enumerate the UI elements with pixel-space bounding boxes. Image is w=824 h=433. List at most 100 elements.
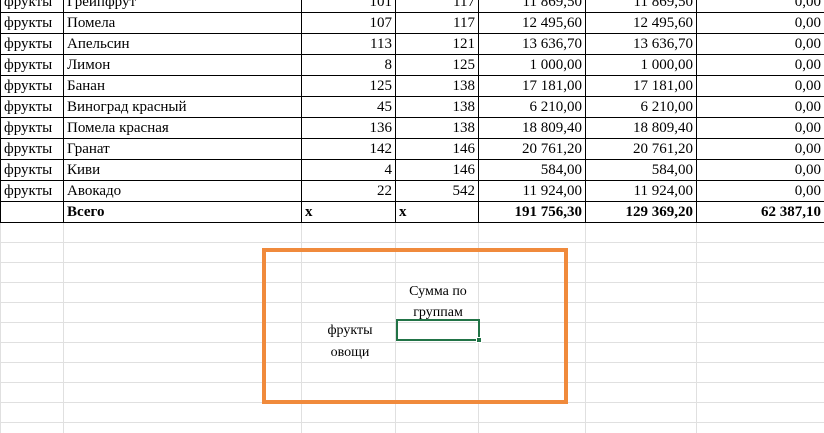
cell-c7[interactable]: 0,00	[696, 180, 824, 202]
cell-c5[interactable]: 13 636,70	[478, 33, 586, 55]
cell-name[interactable]: Всего	[63, 201, 302, 223]
cell-name[interactable]: Гранат	[63, 138, 302, 160]
fill-handle[interactable]	[476, 337, 482, 343]
empty-cell[interactable]	[63, 422, 302, 433]
cell-c4[interactable]: 146	[395, 159, 479, 181]
empty-cell[interactable]	[478, 282, 586, 303]
cell-c6[interactable]: 11 924,00	[585, 180, 697, 202]
cell-c5[interactable]: 584,00	[478, 159, 586, 181]
empty-cell[interactable]	[63, 402, 302, 423]
cell-c7[interactable]: 0,00	[696, 12, 824, 34]
cell-c5[interactable]: 18 809,40	[478, 117, 586, 139]
empty-cell[interactable]	[585, 242, 697, 263]
empty-cell[interactable]	[585, 222, 697, 243]
cell-c5[interactable]: 11 869,50	[478, 0, 586, 13]
cell-c4[interactable]: 117	[395, 0, 479, 13]
empty-cell[interactable]	[395, 382, 479, 403]
cell-c3[interactable]: х	[301, 201, 396, 223]
empty-cell[interactable]	[585, 262, 697, 283]
cell-c6[interactable]: 18 809,40	[585, 117, 697, 139]
empty-cell[interactable]	[478, 242, 586, 263]
empty-cell[interactable]	[301, 282, 396, 303]
cell-c4[interactable]: 542	[395, 180, 479, 202]
empty-cell[interactable]	[478, 402, 586, 423]
cell-c3[interactable]: 4	[301, 159, 396, 181]
cell-c5[interactable]: 1 000,00	[478, 54, 586, 76]
cell-c5[interactable]: 11 924,00	[478, 180, 586, 202]
empty-cell[interactable]	[696, 362, 824, 383]
cell-category[interactable]: фрукты	[0, 96, 64, 118]
cell-c3[interactable]: 142	[301, 138, 396, 160]
empty-cell[interactable]	[478, 422, 586, 433]
empty-cell[interactable]	[478, 222, 586, 243]
empty-cell[interactable]	[0, 222, 64, 243]
empty-cell[interactable]	[0, 262, 64, 283]
sum-by-groups-header[interactable]: Сумма по группам	[398, 281, 478, 323]
cell-c7[interactable]: 0,00	[696, 138, 824, 160]
empty-cell[interactable]	[301, 242, 396, 263]
empty-cell[interactable]	[63, 362, 302, 383]
empty-cell[interactable]	[0, 242, 64, 263]
cell-c4[interactable]: 146	[395, 138, 479, 160]
empty-cell[interactable]	[585, 342, 697, 363]
empty-cell[interactable]	[0, 302, 64, 323]
empty-cell[interactable]	[0, 322, 64, 343]
cell-c3[interactable]: 8	[301, 54, 396, 76]
cell-name[interactable]: Киви	[63, 159, 302, 181]
cell-c3[interactable]: 125	[301, 75, 396, 97]
empty-cell[interactable]	[696, 302, 824, 323]
group-label-vegetables[interactable]: овощи	[310, 342, 390, 363]
cell-category[interactable]: фрукты	[0, 54, 64, 76]
empty-cell[interactable]	[395, 262, 479, 283]
empty-cell[interactable]	[63, 342, 302, 363]
cell-c7[interactable]: 0,00	[696, 96, 824, 118]
empty-cell[interactable]	[301, 222, 396, 243]
empty-cell[interactable]	[395, 422, 479, 433]
empty-cell[interactable]	[585, 282, 697, 303]
cell-c7[interactable]: 0,00	[696, 33, 824, 55]
empty-cell[interactable]	[301, 362, 396, 383]
empty-cell[interactable]	[478, 382, 586, 403]
empty-cell[interactable]	[395, 362, 479, 383]
cell-name[interactable]: Апельсин	[63, 33, 302, 55]
cell-c6[interactable]: 6 210,00	[585, 96, 697, 118]
cell-c6[interactable]: 17 181,00	[585, 75, 697, 97]
empty-cell[interactable]	[395, 242, 479, 263]
cell-c7[interactable]: 0,00	[696, 0, 824, 13]
empty-cell[interactable]	[585, 362, 697, 383]
cell-category[interactable]: фрукты	[0, 33, 64, 55]
empty-cell[interactable]	[696, 222, 824, 243]
cell-name[interactable]: Грейпфрут	[63, 0, 302, 13]
cell-name[interactable]: Банан	[63, 75, 302, 97]
cell-name[interactable]: Авокадо	[63, 180, 302, 202]
empty-cell[interactable]	[696, 242, 824, 263]
cell-c6[interactable]: 1 000,00	[585, 54, 697, 76]
cell-category[interactable]: фрукты	[0, 159, 64, 181]
cell-c4[interactable]: 125	[395, 54, 479, 76]
empty-cell[interactable]	[478, 322, 586, 343]
cell-c7[interactable]: 0,00	[696, 54, 824, 76]
cell-c5[interactable]: 20 761,20	[478, 138, 586, 160]
empty-cell[interactable]	[63, 302, 302, 323]
cell-c3[interactable]: 45	[301, 96, 396, 118]
empty-cell[interactable]	[585, 322, 697, 343]
empty-cell[interactable]	[63, 242, 302, 263]
cell-c3[interactable]: 22	[301, 180, 396, 202]
empty-cell[interactable]	[696, 402, 824, 423]
empty-cell[interactable]	[301, 402, 396, 423]
cell-name[interactable]: Помела красная	[63, 117, 302, 139]
cell-c6[interactable]: 13 636,70	[585, 33, 697, 55]
cell-c4[interactable]: 117	[395, 12, 479, 34]
empty-cell[interactable]	[585, 382, 697, 403]
cell-c6[interactable]: 584,00	[585, 159, 697, 181]
cell-category[interactable]: фрукты	[0, 0, 64, 13]
cell-c6[interactable]: 129 369,20	[585, 201, 697, 223]
cell-c4[interactable]: х	[395, 201, 479, 223]
empty-cell[interactable]	[696, 382, 824, 403]
empty-cell[interactable]	[63, 282, 302, 303]
empty-cell[interactable]	[478, 262, 586, 283]
cell-c5[interactable]: 191 756,30	[478, 201, 586, 223]
cell-c7[interactable]: 0,00	[696, 159, 824, 181]
cell-category[interactable]: фрукты	[0, 138, 64, 160]
empty-cell[interactable]	[585, 302, 697, 323]
